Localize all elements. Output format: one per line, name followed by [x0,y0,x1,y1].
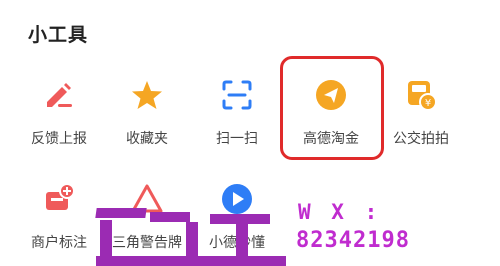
play-circle-icon [220,182,254,216]
tool-label: 公交拍拍 [393,131,449,147]
scan-icon [220,78,254,112]
tool-bus-photo[interactable]: ¥ 公交拍拍 [376,78,466,158]
tool-merchant[interactable]: 商户标注 [14,182,104,262]
merchant-mark-icon [42,182,76,216]
tool-scan[interactable]: 扫一扫 [192,78,282,158]
tool-label: 收藏夹 [126,131,168,147]
tool-label: 反馈上报 [31,131,87,147]
feedback-pencil-icon [42,78,76,112]
bus-camera-icon: ¥ [404,78,438,112]
watermark-line2: 82342198 [296,228,410,253]
tool-warning-sign[interactable]: 三角警告牌 [102,182,192,262]
tool-label: 扫一扫 [216,131,258,147]
tool-feedback[interactable]: 反馈上报 [14,78,104,158]
tool-favorites[interactable]: 收藏夹 [102,78,192,158]
highlight-box [280,56,384,160]
star-icon [130,78,164,112]
svg-text:¥: ¥ [425,98,431,109]
tool-label: 商户标注 [31,235,87,251]
section-title: 小工具 [28,24,89,46]
tool-label: 三角警告牌 [112,235,182,251]
watermark-line1: W X : [298,200,382,224]
